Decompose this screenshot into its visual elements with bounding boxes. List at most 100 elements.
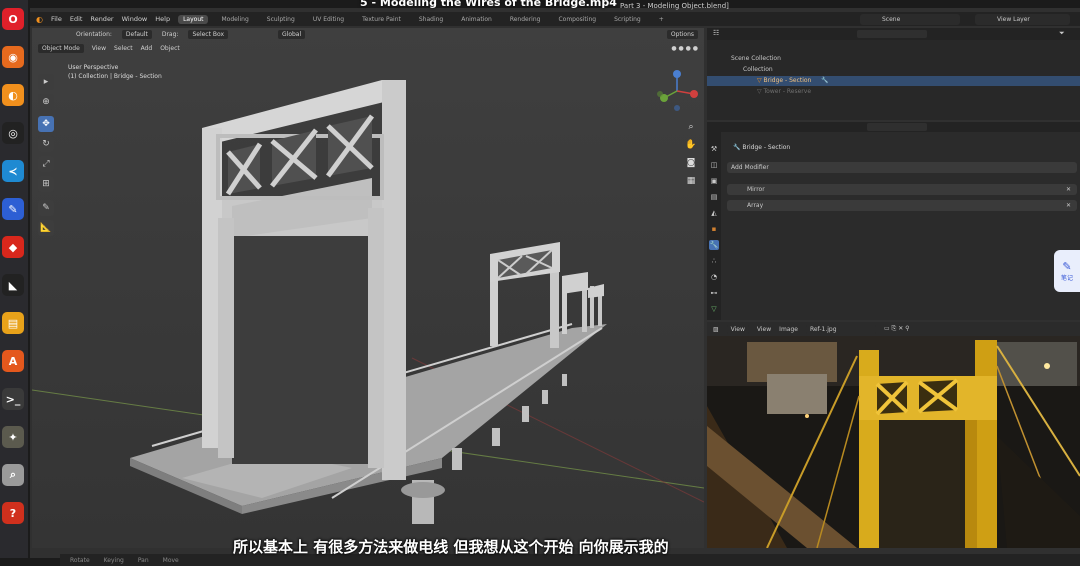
- image-tools-icon[interactable]: ▭ ⎘ ✕ ⚲: [884, 325, 910, 333]
- measure-tool-icon[interactable]: 📐: [38, 220, 54, 236]
- modifier-mirror[interactable]: Mirror ✕: [727, 184, 1077, 195]
- modifier-wrench-icon[interactable]: 🔧: [821, 77, 828, 84]
- menu-object[interactable]: Object: [160, 45, 180, 52]
- modifier-close-icon[interactable]: ✕: [1066, 200, 1071, 211]
- view-layer-tab-icon[interactable]: ▤: [709, 192, 719, 202]
- orientation-dropdown[interactable]: Default: [121, 30, 152, 39]
- help-icon[interactable]: ?: [2, 502, 24, 524]
- menu-view[interactable]: View: [757, 326, 771, 333]
- grid-view-icon[interactable]: ▦: [684, 174, 698, 188]
- outliner: ☷ ⏷ Scene Collection Collection ▽ Bridge…: [707, 28, 1080, 120]
- annotate-tool-icon[interactable]: ✎: [38, 200, 54, 216]
- drag-dropdown[interactable]: Select Box: [188, 30, 229, 39]
- menu-window[interactable]: Window: [122, 15, 148, 23]
- scene-tab-icon[interactable]: ◭: [709, 208, 719, 218]
- notes-button[interactable]: ✎ 笔记: [1054, 250, 1080, 292]
- move-tool-icon[interactable]: ✥: [38, 116, 54, 132]
- camera-icon[interactable]: ◙: [684, 156, 698, 170]
- modifier-array[interactable]: Array ✕: [727, 200, 1077, 211]
- view-perspective-label: User Perspective: [68, 64, 119, 71]
- tab-rendering[interactable]: Rendering: [505, 15, 546, 24]
- tab-scripting[interactable]: Scripting: [609, 15, 646, 24]
- output-tab-icon[interactable]: ▣: [709, 176, 719, 186]
- blender-icon[interactable]: ◐: [2, 84, 24, 106]
- outliner-item-tower-reserve[interactable]: ▽ Tower - Reserve: [707, 87, 1080, 97]
- app-store-icon[interactable]: A: [2, 350, 24, 372]
- tab-modeling[interactable]: Modeling: [216, 15, 253, 24]
- tool-tab-icon[interactable]: ⚒: [709, 144, 719, 154]
- bridge-pier: [452, 448, 462, 470]
- select-tool-icon[interactable]: ▸: [38, 74, 54, 90]
- scale-tool-icon[interactable]: ⤢: [38, 156, 54, 172]
- notes-icon[interactable]: ▤: [2, 312, 24, 334]
- magnifier-icon[interactable]: ⌕: [2, 464, 24, 486]
- transform-orientation-dropdown[interactable]: Global: [278, 30, 306, 39]
- anydesk-icon[interactable]: ◆: [2, 236, 24, 258]
- gimp-icon[interactable]: ✦: [2, 426, 24, 448]
- menu-image[interactable]: Image: [779, 326, 798, 333]
- viewport-header: Object Mode View Select Add Object ● ● ●…: [32, 42, 704, 55]
- obs-icon[interactable]: ◎: [2, 122, 24, 144]
- tab-texture-paint[interactable]: Texture Paint: [357, 15, 406, 24]
- modifier-close-icon[interactable]: ✕: [1066, 184, 1071, 195]
- options-dropdown[interactable]: Options: [666, 30, 698, 39]
- menu-render[interactable]: Render: [90, 15, 113, 23]
- filter-icon[interactable]: ⏷: [1059, 29, 1065, 38]
- tab-layout[interactable]: Layout: [178, 14, 209, 24]
- text-editor-icon[interactable]: ✎: [2, 198, 24, 220]
- outliner-item-bridge-section[interactable]: ▽ Bridge - Section 🔧: [707, 76, 1080, 86]
- data-tab-icon[interactable]: ▽: [709, 304, 719, 314]
- menu-help[interactable]: Help: [155, 15, 170, 23]
- image-name-field[interactable]: Ref-1.jpg: [805, 324, 876, 334]
- cursor-tool-icon[interactable]: ⊕: [38, 94, 54, 110]
- object-mode-dropdown[interactable]: Object Mode: [38, 44, 84, 53]
- render-tab-icon[interactable]: ◫: [709, 160, 719, 170]
- menu-file[interactable]: File: [51, 15, 62, 23]
- menu-view[interactable]: View: [92, 45, 106, 52]
- menu-add[interactable]: Add: [141, 45, 153, 52]
- tab-uv-editing[interactable]: UV Editing: [308, 15, 349, 24]
- scene-selector[interactable]: Scene: [860, 14, 960, 25]
- inkscape-icon[interactable]: ◣: [2, 274, 24, 296]
- view-mode-dropdown[interactable]: View: [726, 324, 749, 334]
- shading-solid-icon[interactable]: ● ● ● ●: [671, 45, 698, 52]
- terminal-icon[interactable]: >_: [2, 388, 24, 410]
- video-subtitle: 所以基本上 有很多方法来做电线 但我想从这个开始 向你展示我的: [233, 538, 669, 556]
- image-editor-header: ▨ View View Image Ref-1.jpg ▭ ⎘ ✕ ⚲: [707, 322, 1080, 336]
- menu-select[interactable]: Select: [114, 45, 133, 52]
- physics-tab-icon[interactable]: ◔: [709, 272, 719, 282]
- orientation-label: Orientation:: [76, 31, 112, 38]
- menu-edit[interactable]: Edit: [70, 15, 83, 23]
- image-editor-type-icon[interactable]: ▨: [713, 326, 719, 333]
- outliner-type-icon[interactable]: ☷: [713, 29, 719, 37]
- bridge-pier: [492, 428, 500, 446]
- pan-hand-icon[interactable]: ✋: [684, 138, 698, 152]
- object-tab-icon[interactable]: ▪: [709, 224, 719, 234]
- zoom-icon[interactable]: ⌕: [684, 120, 698, 134]
- outliner-item-scene-collection[interactable]: Scene Collection: [707, 54, 1080, 64]
- properties-search-input[interactable]: [867, 123, 927, 131]
- outliner-search-input[interactable]: [857, 30, 927, 38]
- particles-tab-icon[interactable]: ∴: [709, 256, 719, 266]
- blender-logo-icon[interactable]: ◐: [36, 15, 43, 24]
- tab-sculpting[interactable]: Sculpting: [262, 15, 300, 24]
- modifier-name: Array: [747, 202, 764, 209]
- rotate-tool-icon[interactable]: ↻: [38, 136, 54, 152]
- view-layer-selector[interactable]: View Layer: [975, 14, 1070, 25]
- 3d-viewport[interactable]: Orientation: Default Drag: Select Box Gl…: [32, 28, 704, 548]
- tab-animation[interactable]: Animation: [456, 15, 497, 24]
- navigation-gizmo[interactable]: [654, 68, 700, 114]
- tab-shading[interactable]: Shading: [414, 15, 448, 24]
- add-workspace-icon[interactable]: +: [654, 15, 669, 24]
- opera-icon[interactable]: O: [2, 8, 24, 30]
- transform-tool-icon[interactable]: ⊞: [38, 176, 54, 192]
- vscode-icon[interactable]: ≺: [2, 160, 24, 182]
- outliner-item-label: Tower - Reserve: [763, 88, 812, 95]
- firefox-icon[interactable]: ◉: [2, 46, 24, 68]
- add-modifier-button[interactable]: Add Modifier: [727, 162, 1077, 173]
- outliner-item-collection[interactable]: Collection: [707, 65, 1080, 75]
- modifier-tab-icon[interactable]: 🔧: [709, 240, 719, 250]
- constraints-tab-icon[interactable]: ⊷: [709, 288, 719, 298]
- tab-compositing[interactable]: Compositing: [553, 15, 601, 24]
- front-pier-base: [401, 482, 445, 498]
